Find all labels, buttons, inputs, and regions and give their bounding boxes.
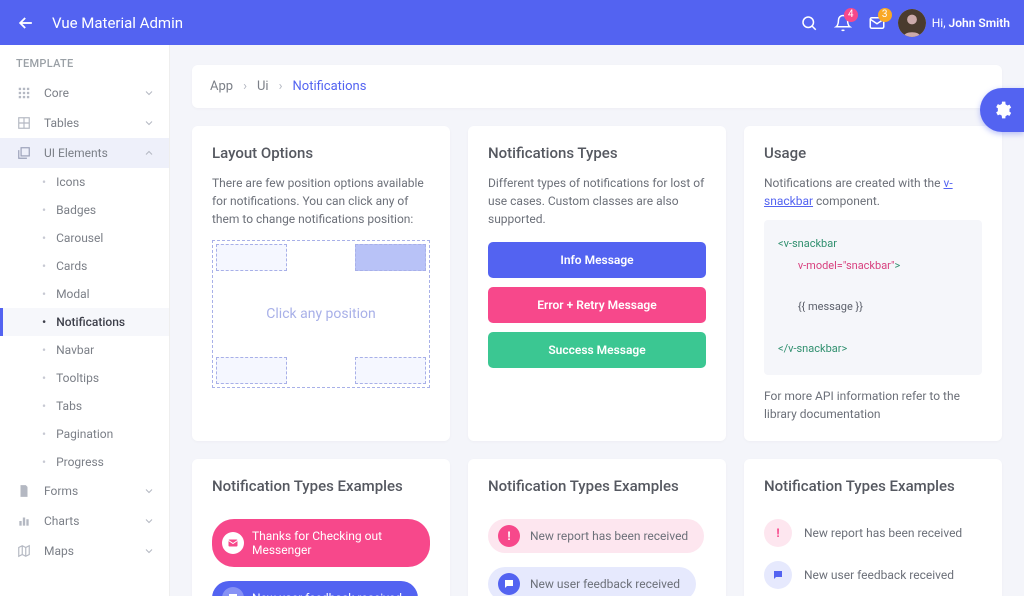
position-bottom-left[interactable] xyxy=(216,357,287,384)
sidebar-sub-tabs[interactable]: Tabs xyxy=(0,392,169,420)
sidebar-item-tables[interactable]: Tables xyxy=(0,108,169,138)
arrow-left-icon xyxy=(16,13,36,33)
avatar-image xyxy=(898,9,926,37)
toast-pink[interactable]: Thanks for Checking out Messenger xyxy=(212,519,430,567)
chevron-down-icon xyxy=(143,87,155,99)
position-hint: Click any position xyxy=(213,274,429,354)
bar-chart-icon xyxy=(14,514,34,528)
position-top-left[interactable] xyxy=(216,244,287,271)
card-footer: For more API information refer to the li… xyxy=(764,387,982,423)
sidebar-sub-cards[interactable]: Cards xyxy=(0,252,169,280)
breadcrumb-current: Notifications xyxy=(293,79,367,94)
avatar[interactable] xyxy=(898,9,926,37)
greeting: Hi, John Smith xyxy=(932,16,1010,30)
sidebar-sub-modal[interactable]: Modal xyxy=(0,280,169,308)
notif-row[interactable]: New user feedback received xyxy=(764,561,982,589)
notif-badge: 4 xyxy=(844,8,858,22)
breadcrumb: App › Ui › Notifications xyxy=(192,65,1002,108)
sidebar: TEMPLATE Core Tables UI Elements Icons B… xyxy=(0,45,170,596)
success-message-button[interactable]: Success Message xyxy=(488,332,706,368)
search-button[interactable] xyxy=(792,6,826,40)
sidebar-sub-navbar[interactable]: Navbar xyxy=(0,336,169,364)
sidebar-item-label: Forms xyxy=(44,484,78,498)
examples-card-3: Notification Types Examples !New report … xyxy=(744,459,1002,596)
examples-card-1: Notification Types Examples Thanks for C… xyxy=(192,459,450,596)
topbar: Vue Material Admin 4 3 Hi, John Smith xyxy=(0,0,1024,45)
error-message-button[interactable]: Error + Retry Message xyxy=(488,287,706,323)
sidebar-item-forms[interactable]: Forms xyxy=(0,476,169,506)
notifications-button[interactable]: 4 xyxy=(826,6,860,40)
position-grid: Click any position xyxy=(212,240,430,388)
card-title: Usage xyxy=(764,144,982,162)
card-title: Notification Types Examples xyxy=(212,477,430,495)
card-desc: There are few position options available… xyxy=(212,174,430,228)
sidebar-item-label: UI Elements xyxy=(44,146,108,160)
exclaim-icon: ! xyxy=(764,519,792,547)
content: App › Ui › Notifications Layout Options … xyxy=(170,45,1024,596)
card-title: Layout Options xyxy=(212,144,430,162)
chevron-down-icon xyxy=(143,117,155,129)
sidebar-item-ui-elements[interactable]: UI Elements xyxy=(0,138,169,168)
sidebar-item-label: Tables xyxy=(44,116,79,130)
toast-blue[interactable]: New user feedback received xyxy=(212,581,418,596)
notif-row[interactable]: !New report has been received xyxy=(764,519,982,547)
sidebar-sub-badges[interactable]: Badges xyxy=(0,196,169,224)
card-desc: Different types of notifications for los… xyxy=(488,174,706,228)
mail-badge: 3 xyxy=(878,8,892,22)
table-icon xyxy=(14,116,34,130)
toast-light-pink[interactable]: !New report has been received xyxy=(488,519,704,553)
card-desc: Notifications are created with the v-sna… xyxy=(764,174,982,210)
card-title: Notification Types Examples xyxy=(488,477,706,495)
sidebar-item-label: Charts xyxy=(44,514,79,528)
sidebar-sub-progress[interactable]: Progress xyxy=(0,448,169,476)
chat-icon xyxy=(498,573,520,595)
usage-card: Usage Notifications are created with the… xyxy=(744,126,1002,441)
mail-icon xyxy=(222,532,244,554)
sidebar-section-title: TEMPLATE xyxy=(0,45,169,78)
sidebar-item-label: Core xyxy=(44,86,69,100)
mail-button[interactable]: 3 xyxy=(860,6,894,40)
card-title: Notification Types Examples xyxy=(764,477,982,495)
sidebar-sub-notifications[interactable]: Notifications xyxy=(0,308,169,336)
notification-types-card: Notifications Types Different types of n… xyxy=(468,126,726,441)
exclaim-icon: ! xyxy=(498,525,520,547)
search-icon xyxy=(800,14,818,32)
examples-card-2: Notification Types Examples !New report … xyxy=(468,459,726,596)
chat-icon xyxy=(764,561,792,589)
sidebar-sub-icons[interactable]: Icons xyxy=(0,168,169,196)
sidebar-item-maps[interactable]: Maps xyxy=(0,536,169,566)
breadcrumb-item[interactable]: Ui xyxy=(257,79,269,94)
code-snippet: <v-snackbar v-model="snackbar"> {{ messa… xyxy=(764,220,982,375)
grid-icon xyxy=(14,86,34,100)
layout-options-card: Layout Options There are few position op… xyxy=(192,126,450,441)
chevron-up-icon xyxy=(143,147,155,159)
chat-icon xyxy=(222,587,244,596)
card-title: Notifications Types xyxy=(488,144,706,162)
gear-icon xyxy=(992,100,1012,120)
toast-light-blue[interactable]: New user feedback received xyxy=(488,567,696,596)
chevron-right-icon: › xyxy=(279,79,283,94)
document-icon xyxy=(14,484,34,498)
position-top-right[interactable] xyxy=(355,244,426,271)
info-message-button[interactable]: Info Message xyxy=(488,242,706,278)
chevron-right-icon: › xyxy=(243,79,247,94)
breadcrumb-item[interactable]: App xyxy=(210,79,233,94)
chevron-down-icon xyxy=(143,485,155,497)
sidebar-sub-tooltips[interactable]: Tooltips xyxy=(0,364,169,392)
sidebar-sub-carousel[interactable]: Carousel xyxy=(0,224,169,252)
map-icon xyxy=(14,544,34,558)
back-button[interactable] xyxy=(14,11,38,35)
sidebar-sub-pagination[interactable]: Pagination xyxy=(0,420,169,448)
chevron-down-icon xyxy=(143,515,155,527)
settings-fab[interactable] xyxy=(980,88,1024,132)
sidebar-item-core[interactable]: Core xyxy=(0,78,169,108)
sidebar-item-label: Maps xyxy=(44,544,74,558)
chevron-down-icon xyxy=(143,545,155,557)
position-bottom-right[interactable] xyxy=(355,357,426,384)
sidebar-item-charts[interactable]: Charts xyxy=(0,506,169,536)
layers-icon xyxy=(14,146,34,160)
app-title: Vue Material Admin xyxy=(52,14,183,32)
